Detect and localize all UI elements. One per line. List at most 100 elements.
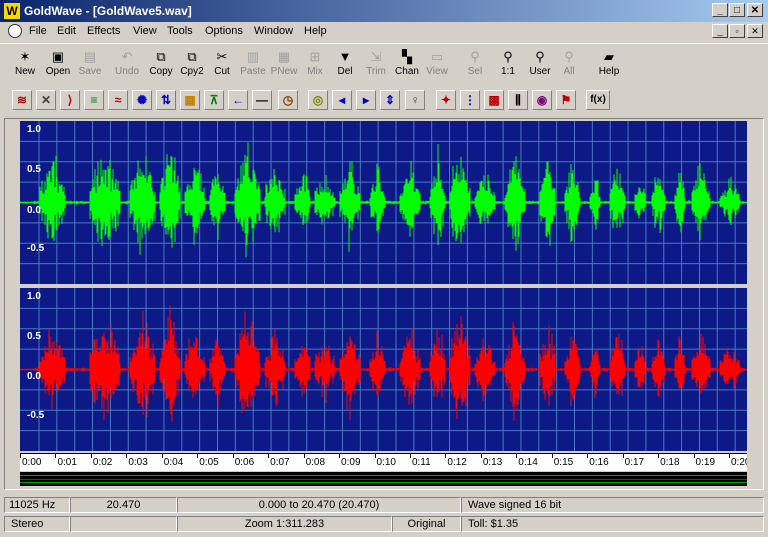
pan-icon[interactable]: ▸ xyxy=(356,90,376,110)
time-tick-label: 0:06 xyxy=(234,457,255,468)
toolbar-open-button[interactable]: ▣ Open xyxy=(43,49,73,83)
silence-icon[interactable]: — xyxy=(252,90,272,110)
waveform-trace xyxy=(33,305,745,422)
toolbar-button-label: Undo xyxy=(115,66,139,77)
menu-help[interactable]: Help xyxy=(304,25,327,37)
doppler-icon[interactable]: ≋ xyxy=(12,90,32,110)
toolbar-user-button[interactable]: ⚲ User xyxy=(527,49,553,83)
toolbar-button-label: Trim xyxy=(366,66,386,77)
mechanize-icon[interactable]: ▦ xyxy=(180,90,200,110)
time-tick xyxy=(339,454,341,458)
toolbar-copy-button[interactable]: ⧉ Copy xyxy=(146,49,176,83)
toolbar-1-1-button[interactable]: ⚲ 1:1 xyxy=(497,49,519,83)
resample-icon[interactable]: ⋮ xyxy=(460,90,480,110)
menu-effects[interactable]: Effects xyxy=(87,25,120,37)
time-tick xyxy=(303,454,305,458)
toolbar-help-button[interactable]: ▰ Help xyxy=(595,49,623,83)
time-warp-icon[interactable]: ◷ xyxy=(278,90,298,110)
time-tick xyxy=(197,454,199,458)
close-icon[interactable]: ✕ xyxy=(747,3,763,17)
fade-out-icon[interactable]: ◂ xyxy=(332,90,352,110)
cut-icon: ✂ xyxy=(216,49,228,64)
expression-evaluator-icon[interactable]: f(x) xyxy=(586,90,610,110)
y-label: 1.0 xyxy=(27,124,41,135)
document-icon[interactable] xyxy=(8,24,22,38)
toolbar-new-button[interactable]: ✶ New xyxy=(10,49,40,83)
menu-tools[interactable]: Tools xyxy=(167,25,193,37)
paste-new-icon: ▦ xyxy=(277,49,291,64)
time-tick xyxy=(232,454,234,458)
cd-icon[interactable]: ◉ xyxy=(532,90,552,110)
toolbar-button-label: All xyxy=(563,66,575,77)
menu-view[interactable]: View xyxy=(133,25,157,37)
toolbar-view-button[interactable]: ▭ View xyxy=(425,49,449,83)
mdi-close-icon[interactable]: ✕ xyxy=(747,24,763,38)
time-tick-label: 0:17 xyxy=(624,457,645,468)
toolbar-button-label: PNew xyxy=(270,66,298,77)
toolbar-sel-button[interactable]: ⚲ Sel xyxy=(464,49,486,83)
fade-in-icon[interactable]: ◎ xyxy=(308,90,328,110)
zoom-level: Zoom 1:311.283 xyxy=(177,516,392,532)
toolbar-undo-button[interactable]: ↶ Undo xyxy=(113,49,141,83)
toolbar-del-button[interactable]: ▼ Del xyxy=(332,49,358,83)
mdi-minimize-icon[interactable]: _ xyxy=(712,24,728,38)
copy-icon: ⧉ xyxy=(156,49,166,64)
toolbar-trim-button[interactable]: ⇲ Trim xyxy=(363,49,389,83)
offset-icon[interactable]: ⊼ xyxy=(204,90,224,110)
toolbar-pnew-button[interactable]: ▦ PNew xyxy=(270,49,298,83)
left-arrow-icon[interactable]: ← xyxy=(228,90,248,110)
noise-reduction-icon[interactable]: ✦ xyxy=(436,90,456,110)
time-tick xyxy=(480,454,482,458)
spectrum-icon[interactable]: ▩ xyxy=(484,90,504,110)
toll-cost: Toll: $1.35 xyxy=(461,516,764,532)
toolbar-cut-button[interactable]: ✂ Cut xyxy=(210,49,234,83)
toolbar-button-label: Cut xyxy=(214,66,230,77)
open-icon: ▣ xyxy=(51,49,65,64)
marker-flag-icon[interactable]: ⚑ xyxy=(556,90,576,110)
toolbar-chan-button[interactable]: ▚ Chan xyxy=(393,49,421,83)
time-ruler[interactable]: 0:00 0:01 0:02 0:03 0:04 0:05 0:06 0:07 0:08 0:09… xyxy=(20,453,747,471)
dynamics-icon[interactable]: ✕ xyxy=(36,90,56,110)
time-tick-label: 0:05 xyxy=(199,457,219,468)
toolbar-button-label: Help xyxy=(598,66,620,77)
original-state: Original xyxy=(392,516,461,532)
save-icon: ▤ xyxy=(83,49,97,64)
toolbar-save-button[interactable]: ▤ Save xyxy=(76,49,104,83)
toolbar-all-button[interactable]: ⚲ All xyxy=(559,49,579,83)
toolbar-button-label: Copy xyxy=(149,66,173,77)
menu-edit[interactable]: Edit xyxy=(57,25,76,37)
file-format: Wave signed 16 bit xyxy=(461,497,764,513)
invert-icon[interactable]: ⇅ xyxy=(156,90,176,110)
equalizer-icon[interactable]: ≡ xyxy=(84,90,104,110)
playback-position-bar[interactable] xyxy=(20,472,747,486)
mdi-restore-icon[interactable]: ▫ xyxy=(729,24,745,38)
selection-range: 0.000 to 20.470 (20.470) xyxy=(177,497,461,513)
right-channel-waveform[interactable] xyxy=(20,288,747,451)
volume-icon[interactable]: ♀ xyxy=(405,90,425,110)
duration: 20.470 xyxy=(70,497,177,513)
time-tick-label: 0:07 xyxy=(270,457,290,468)
undo-icon: ↶ xyxy=(121,49,133,64)
time-tick xyxy=(409,454,411,458)
echo-icon[interactable]: ⟩ xyxy=(60,90,80,110)
toolbar-cpy2-button[interactable]: ⧉ Cpy2 xyxy=(178,49,206,83)
flange-icon[interactable]: ≈ xyxy=(108,90,128,110)
time-tick-label: 0:13 xyxy=(482,457,503,468)
toolbar-mix-button[interactable]: ⊞ Mix xyxy=(302,49,328,83)
left-channel-waveform[interactable] xyxy=(20,121,747,284)
time-tick-label: 0:15 xyxy=(553,457,574,468)
settings-gear-icon[interactable]: ✺ xyxy=(132,90,152,110)
goldwave-app-icon: W xyxy=(4,3,20,19)
status-empty xyxy=(70,516,177,532)
filter-bars-icon[interactable]: ⫼ xyxy=(508,90,528,110)
toolbar-paste-button[interactable]: ▥ Paste xyxy=(238,49,268,83)
maximize-icon[interactable]: □ xyxy=(729,3,745,17)
menu-window[interactable]: Window xyxy=(254,25,293,37)
pitch-icon[interactable]: ⇕ xyxy=(380,90,400,110)
time-tick-label: 0:14 xyxy=(518,457,538,468)
copy2-icon: ⧉ xyxy=(187,49,197,64)
minimize-icon[interactable]: _ xyxy=(712,3,728,17)
menu-options[interactable]: Options xyxy=(205,25,243,37)
menu-file[interactable]: File xyxy=(29,25,47,37)
zoom-1-1-icon: ⚲ xyxy=(503,49,513,64)
